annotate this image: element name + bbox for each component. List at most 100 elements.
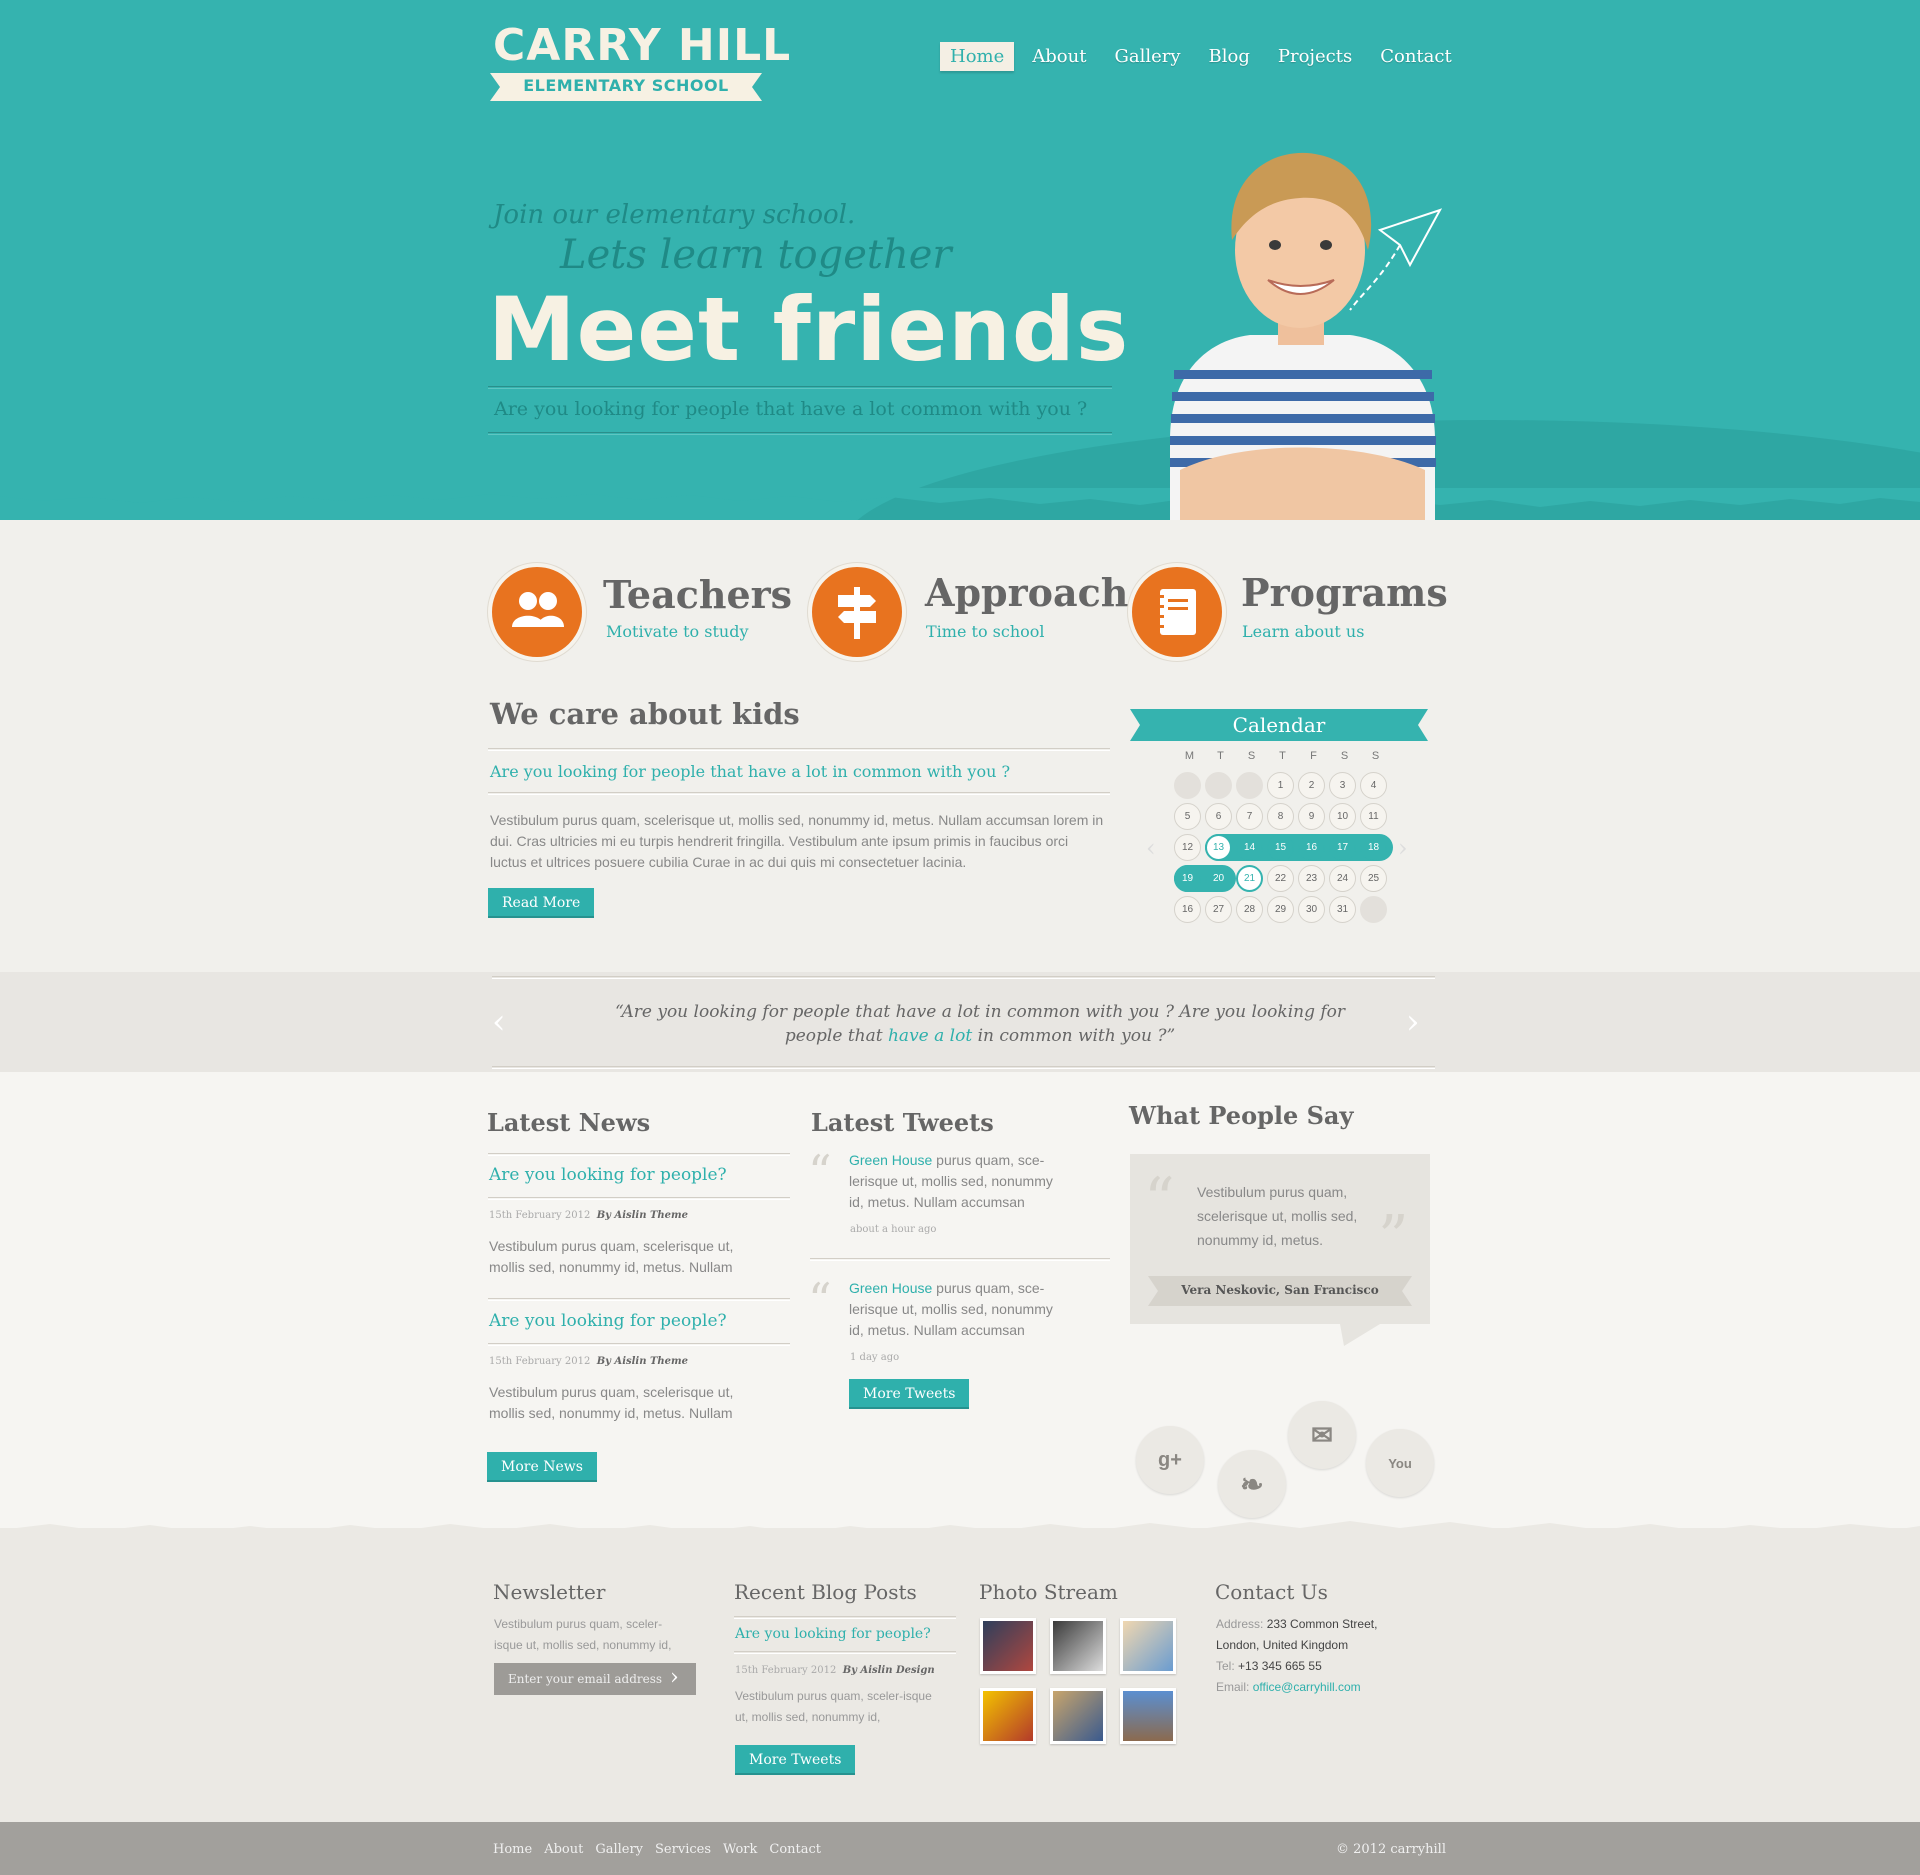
programs-icon-circle[interactable] — [1128, 563, 1226, 661]
bottom-nav-contact[interactable]: Contact — [769, 1842, 821, 1857]
photo-thumbnail[interactable] — [1120, 1688, 1176, 1744]
email-label: Email: — [1216, 1680, 1250, 1694]
newsletter-text: Vestibulum purus quam, sceler-isque ut, … — [494, 1617, 672, 1652]
news-item-title[interactable]: Are you looking for people? — [489, 1311, 727, 1331]
notebook-icon — [1156, 589, 1196, 635]
more-news-button[interactable]: More News — [487, 1452, 597, 1482]
quote-divider-top — [492, 976, 1435, 979]
calendar-day[interactable]: 12 — [1174, 834, 1201, 861]
quote-prev-icon[interactable]: ‹ — [492, 1002, 506, 1042]
more-tweets-button[interactable]: More Tweets — [849, 1379, 970, 1409]
contact-details: Address: 233 Common Street, London, Unit… — [1216, 1614, 1377, 1698]
weekday: M — [1184, 750, 1195, 762]
newsletter-email-input[interactable]: Enter your email address — [494, 1663, 696, 1695]
youtube-icon[interactable]: You — [1366, 1429, 1434, 1497]
photo-thumbnail[interactable] — [1050, 1688, 1106, 1744]
calendar-day[interactable]: 31 — [1329, 896, 1356, 923]
calendar-day[interactable]: 22 — [1267, 865, 1294, 892]
feature-subtitle-approach[interactable]: Time to school — [926, 622, 1045, 641]
photo-thumbnail[interactable] — [980, 1618, 1036, 1674]
calendar-day[interactable]: 30 — [1298, 896, 1325, 923]
calendar-day[interactable]: 18 — [1360, 834, 1387, 861]
news-divider — [488, 1197, 790, 1200]
photo-thumbnail[interactable] — [1120, 1618, 1176, 1674]
calendar-day[interactable]: 13 — [1205, 834, 1232, 861]
bottom-nav-gallery[interactable]: Gallery — [595, 1842, 643, 1857]
nav-contact[interactable]: Contact — [1370, 42, 1461, 71]
bottom-nav-home[interactable]: Home — [493, 1842, 532, 1857]
calendar-day[interactable]: 17 — [1329, 834, 1356, 861]
calendar-day[interactable]: 8 — [1267, 803, 1294, 830]
news-author: By Aislin Theme — [596, 1356, 688, 1367]
nav-home[interactable]: Home — [940, 42, 1015, 71]
calendar-day[interactable]: 29 — [1267, 896, 1294, 923]
twitter-icon[interactable]: ❧ — [1218, 1450, 1286, 1518]
care-divider-2 — [488, 792, 1110, 795]
quote-text: “Are you looking for people that have a … — [600, 1000, 1360, 1048]
care-subtitle[interactable]: Are you looking for people that have a l… — [490, 762, 1010, 781]
news-item-title[interactable]: Are you looking for people? — [489, 1165, 727, 1185]
feature-subtitle-teachers[interactable]: Motivate to study — [606, 622, 749, 641]
calendar-day[interactable]: 15 — [1267, 834, 1294, 861]
feature-title-teachers[interactable]: Teachers — [603, 572, 792, 617]
footer-more-tweets-button[interactable]: More Tweets — [735, 1745, 856, 1775]
hero-divider-bottom — [488, 432, 1112, 435]
calendar-day[interactable]: 6 — [1205, 803, 1232, 830]
email-icon[interactable]: ✉ — [1288, 1401, 1356, 1469]
hero-tagline: Join our elementary school. — [493, 200, 856, 230]
calendar-day[interactable]: 28 — [1236, 896, 1263, 923]
email-link[interactable]: office@carryhill.com — [1253, 1680, 1361, 1694]
calendar-day[interactable]: 25 — [1360, 865, 1387, 892]
calendar-day[interactable]: 23 — [1298, 865, 1325, 892]
logo-title[interactable]: CARRY HILL — [493, 20, 791, 71]
photo-thumbnail[interactable] — [980, 1688, 1036, 1744]
calendar-day[interactable]: 2 — [1298, 772, 1325, 799]
news-date: 15th February 2012 — [489, 1356, 591, 1367]
approach-icon-circle[interactable] — [808, 563, 906, 661]
calendar-day[interactable]: 16 — [1174, 896, 1201, 923]
nav-blog[interactable]: Blog — [1199, 42, 1260, 71]
calendar-day[interactable]: 16 — [1298, 834, 1325, 861]
calendar-day[interactable]: 9 — [1298, 803, 1325, 830]
calendar-day[interactable]: 19 — [1174, 865, 1201, 892]
quote-next-icon[interactable]: › — [1406, 1002, 1420, 1042]
calendar-day[interactable]: 27 — [1205, 896, 1232, 923]
feature-title-programs[interactable]: Programs — [1241, 570, 1448, 615]
calendar-next-icon[interactable]: › — [1398, 834, 1408, 862]
teachers-icon-circle[interactable] — [488, 563, 586, 661]
calendar-day[interactable]: 24 — [1329, 865, 1356, 892]
tweet-user-link[interactable]: Green House — [849, 1152, 932, 1168]
calendar-day[interactable]: 14 — [1236, 834, 1263, 861]
google-plus-icon[interactable]: g+ — [1136, 1426, 1204, 1494]
calendar-day[interactable]: 7 — [1236, 803, 1263, 830]
feature-title-approach[interactable]: Approach — [925, 570, 1128, 615]
read-more-button[interactable]: Read More — [488, 888, 595, 918]
calendar-day[interactable]: 20 — [1205, 865, 1232, 892]
blog-post-title[interactable]: Are you looking for people? — [735, 1626, 931, 1642]
bottom-nav-services[interactable]: Services — [655, 1842, 711, 1857]
weekday: S — [1247, 750, 1256, 762]
calendar-day[interactable]: 5 — [1174, 803, 1201, 830]
nav-projects[interactable]: Projects — [1268, 42, 1362, 71]
torn-paper-edge-footer — [0, 1521, 1920, 1542]
calendar-day[interactable]: 10 — [1329, 803, 1356, 830]
tweet-text: Green House purus quam, sce-lerisque ut,… — [849, 1278, 1071, 1341]
calendar-day[interactable]: 1 — [1267, 772, 1294, 799]
nav-about[interactable]: About — [1022, 42, 1096, 71]
hero-headline: Meet friends — [488, 278, 1130, 381]
calendar-day[interactable]: 21 — [1236, 865, 1263, 892]
quote-link[interactable]: have a lot — [888, 1026, 972, 1046]
bottom-nav-about[interactable]: About — [544, 1842, 583, 1857]
care-divider — [488, 748, 1110, 751]
feature-subtitle-programs[interactable]: Learn about us — [1242, 622, 1364, 641]
calendar-day[interactable]: 3 — [1329, 772, 1356, 799]
tweet-time: about a hour ago — [850, 1224, 937, 1235]
torn-paper-edge — [0, 488, 1920, 507]
calendar-prev-icon[interactable]: ‹ — [1146, 834, 1156, 862]
bottom-nav-work[interactable]: Work — [723, 1842, 757, 1857]
calendar-day[interactable]: 4 — [1360, 772, 1387, 799]
photo-thumbnail[interactable] — [1050, 1618, 1106, 1674]
tweet-user-link[interactable]: Green House — [849, 1280, 932, 1296]
calendar-day[interactable]: 11 — [1360, 803, 1387, 830]
nav-gallery[interactable]: Gallery — [1104, 42, 1190, 71]
